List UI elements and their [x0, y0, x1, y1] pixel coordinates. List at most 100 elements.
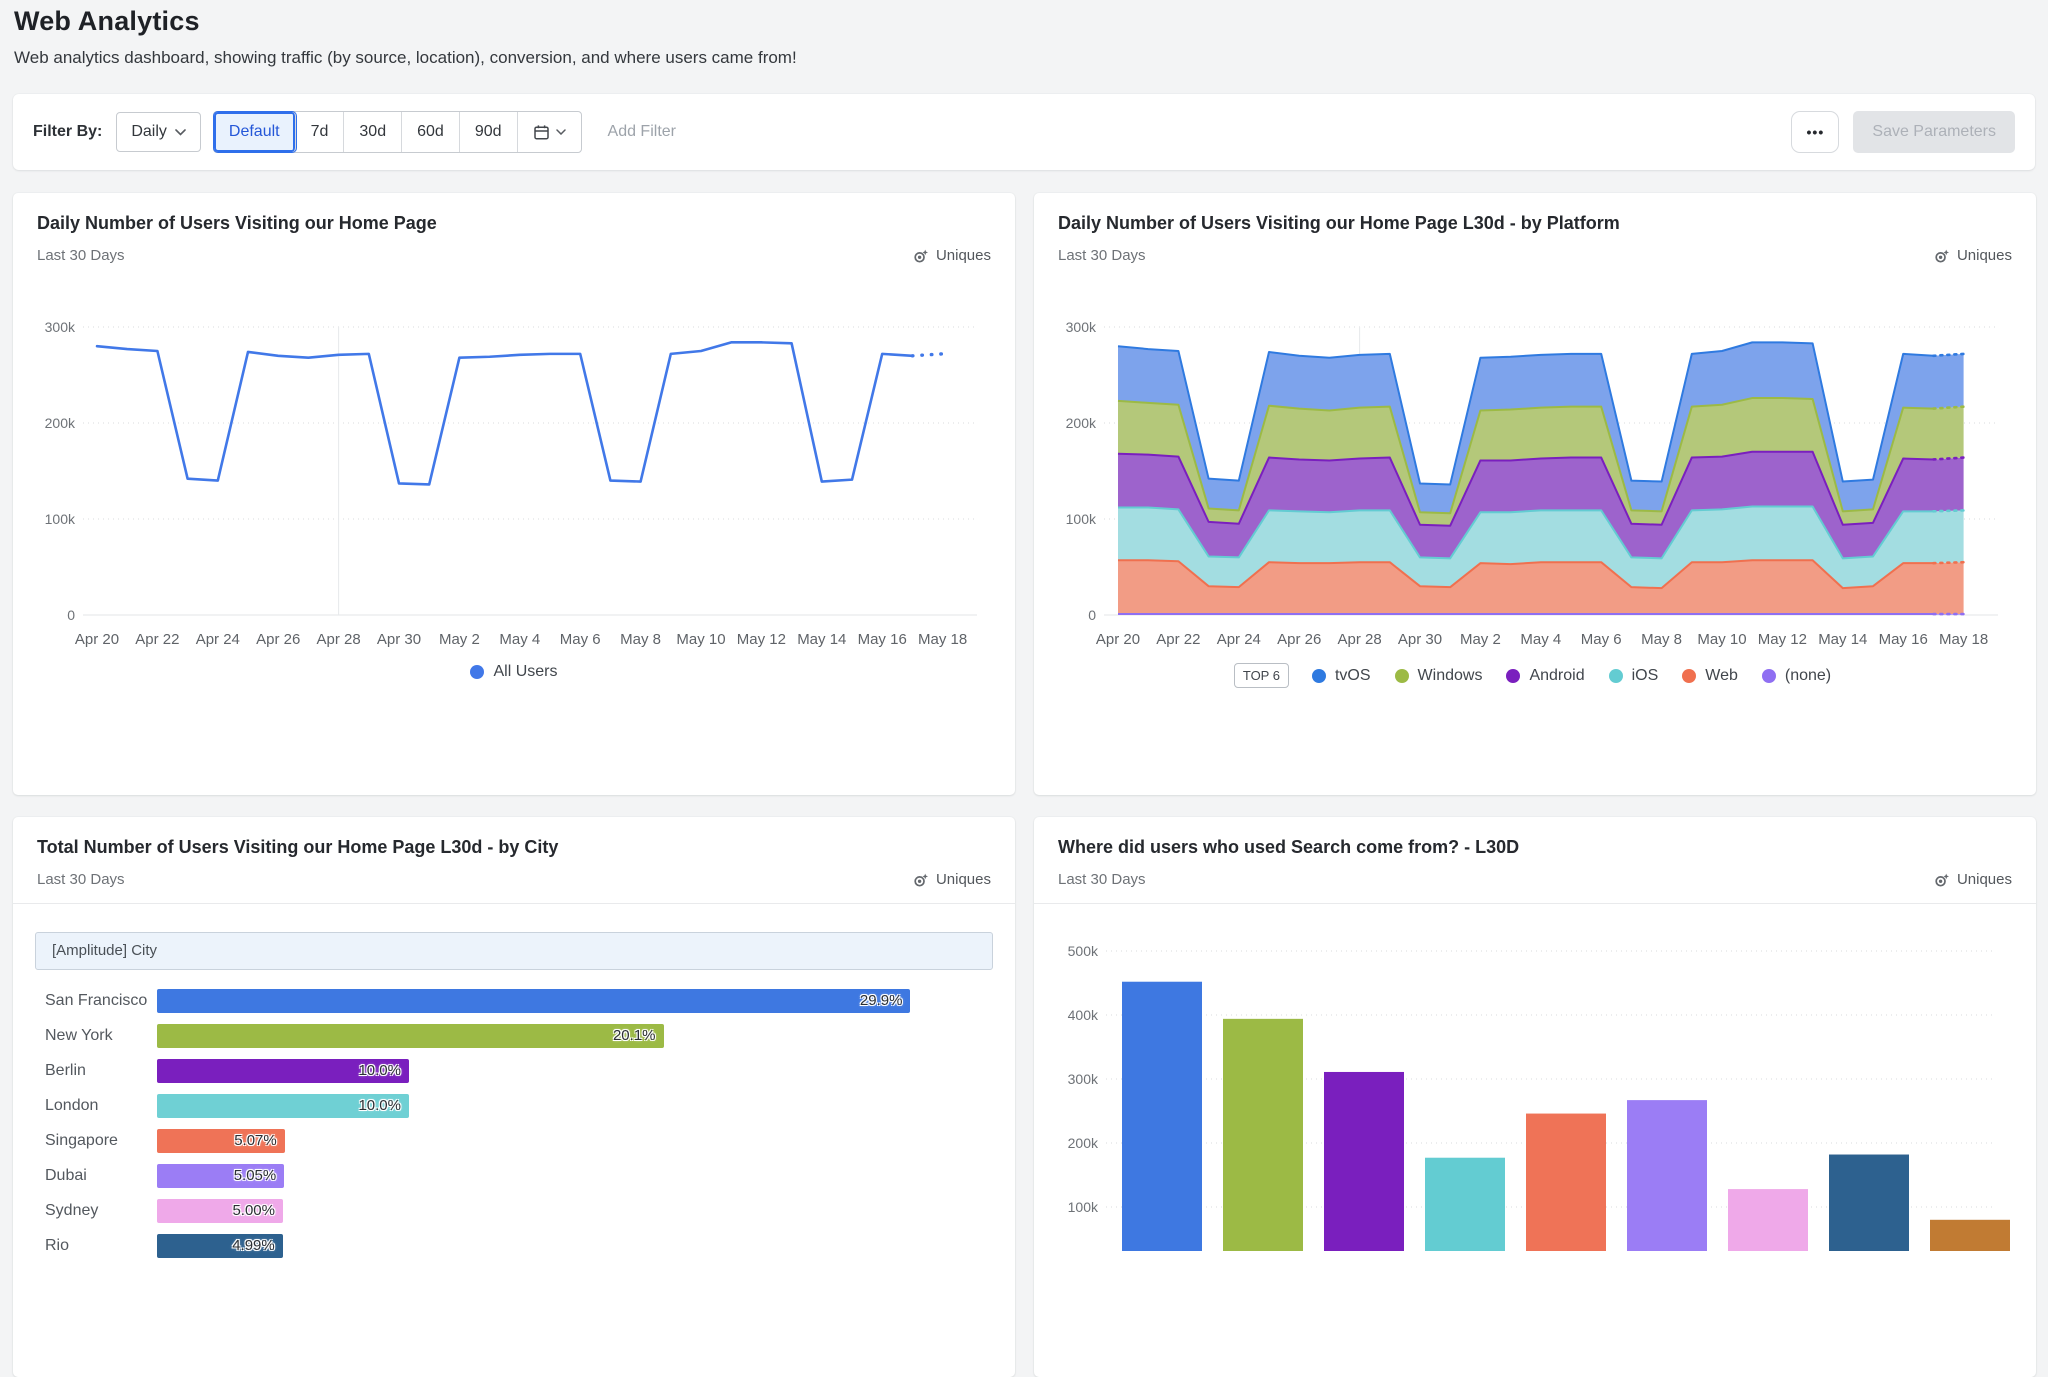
- add-filter-button[interactable]: Add Filter: [608, 123, 676, 141]
- city-bar[interactable]: 5.00%: [157, 1199, 283, 1223]
- x-tick-label: Apr 28: [316, 631, 360, 648]
- x-tick-label: May 16: [1879, 631, 1928, 648]
- bar-3[interactable]: [1324, 1072, 1404, 1251]
- card4-range-label: Last 30 Days: [1058, 871, 1146, 888]
- legend-label: Windows: [1418, 667, 1483, 685]
- y-tick-label: 200k: [1066, 415, 1097, 431]
- stacked-area-svg: 0100k200k300kApr 20Apr 22Apr 24Apr 26Apr…: [1056, 309, 2016, 661]
- city-bar[interactable]: 4.99%: [157, 1234, 283, 1258]
- legend-label: All Users: [493, 663, 557, 681]
- city-label: Dubai: [45, 1167, 157, 1185]
- legend-dot: [1762, 669, 1776, 683]
- bar-9[interactable]: [1930, 1220, 2010, 1251]
- segment-30d[interactable]: 30d: [344, 112, 402, 152]
- segment-custom-date-picker[interactable]: [518, 112, 581, 152]
- city-bar[interactable]: 10.0%: [157, 1094, 409, 1118]
- card1-title[interactable]: Daily Number of Users Visiting our Home …: [37, 212, 991, 234]
- interval-dropdown[interactable]: Daily: [116, 112, 201, 152]
- city-bar[interactable]: 20.1%: [157, 1024, 664, 1048]
- page-title: Web Analytics: [14, 6, 797, 37]
- series-line-all-users[interactable]: [97, 342, 912, 484]
- card1-header: Daily Number of Users Visiting our Home …: [13, 193, 1015, 264]
- legend-dot: [1609, 669, 1623, 683]
- date-range-segments: Default7d30d60d90d: [213, 111, 582, 153]
- more-options-button[interactable]: •••: [1791, 111, 1839, 153]
- line-chart-daily-users[interactable]: 0100k200k300kApr 20Apr 22Apr 24Apr 26Apr…: [35, 309, 995, 666]
- segment-60d[interactable]: 60d: [402, 112, 460, 152]
- legend-dot: [470, 665, 484, 679]
- card4-title[interactable]: Where did users who used Search come fro…: [1058, 836, 2012, 858]
- card2-metric: Uniques: [1934, 247, 2012, 264]
- city-row-singapore: Singapore5.07%: [13, 1123, 1015, 1158]
- legend-top6-badge[interactable]: TOP 6: [1234, 663, 1289, 688]
- city-bar[interactable]: 29.9%: [157, 989, 910, 1013]
- city-bar-value: 5.07%: [234, 1129, 277, 1153]
- legend-item-android[interactable]: Android: [1501, 667, 1589, 685]
- bar-6[interactable]: [1627, 1100, 1707, 1251]
- city-bar[interactable]: 10.0%: [157, 1059, 409, 1083]
- save-parameters-button[interactable]: Save Parameters: [1853, 111, 2015, 153]
- card1-range-label: Last 30 Days: [37, 247, 125, 264]
- uniques-icon: [913, 248, 929, 264]
- filter-by-label: Filter By:: [33, 123, 102, 141]
- y-tick-label: 200k: [1068, 1135, 1099, 1151]
- city-bar[interactable]: 5.05%: [157, 1164, 284, 1188]
- bar-5[interactable]: [1526, 1114, 1606, 1251]
- x-tick-label: Apr 24: [196, 631, 240, 648]
- city-bar[interactable]: 5.07%: [157, 1129, 285, 1153]
- x-tick-label: May 10: [1697, 631, 1746, 648]
- vertical-bar-chart-search-sources[interactable]: 100k200k300k400k500k: [1056, 933, 2012, 1256]
- x-tick-label: Apr 22: [135, 631, 179, 648]
- legend-item-none[interactable]: (none): [1757, 667, 1836, 685]
- city-row-sydney: Sydney5.00%: [13, 1193, 1015, 1228]
- y-tick-label: 500k: [1068, 943, 1099, 959]
- segment-default[interactable]: Default: [214, 112, 296, 152]
- segment-7d[interactable]: 7d: [296, 112, 345, 152]
- x-tick-label: Apr 20: [75, 631, 119, 648]
- city-bar-chart: San Francisco29.9%New York20.1%Berlin10.…: [13, 983, 1015, 1263]
- bar-7[interactable]: [1728, 1189, 1808, 1251]
- y-tick-label: 300k: [1066, 319, 1097, 335]
- legend-dot: [1682, 669, 1696, 683]
- y-tick-label: 300k: [45, 319, 76, 335]
- x-tick-label: Apr 30: [1398, 631, 1442, 648]
- legend-item-tvos[interactable]: tvOS: [1307, 667, 1376, 685]
- card1-metric-label: Uniques: [936, 247, 991, 264]
- card3-title[interactable]: Total Number of Users Visiting our Home …: [37, 836, 991, 858]
- legend-label: (none): [1785, 667, 1831, 685]
- x-tick-label: May 14: [1818, 631, 1867, 648]
- card-search-sources: Where did users who used Search come fro…: [1034, 817, 2036, 1377]
- legend-item-windows[interactable]: Windows: [1390, 667, 1488, 685]
- legend-dot: [1312, 669, 1326, 683]
- card4-divider: [1034, 903, 2036, 904]
- card4-header: Where did users who used Search come fro…: [1034, 817, 2036, 888]
- card2-legend: TOP 6 tvOS Windows Android iOS Web (none): [1034, 663, 2036, 688]
- city-row-san-francisco: San Francisco29.9%: [13, 983, 1015, 1018]
- bar-8[interactable]: [1829, 1155, 1909, 1251]
- city-row-rio: Rio4.99%: [13, 1228, 1015, 1263]
- legend-item-web[interactable]: Web: [1677, 667, 1743, 685]
- legend-item-ios[interactable]: iOS: [1604, 667, 1664, 685]
- x-tick-label: May 6: [1581, 631, 1622, 648]
- x-tick-label: Apr 30: [377, 631, 421, 648]
- uniques-icon: [913, 872, 929, 888]
- segment-90d[interactable]: 90d: [460, 112, 518, 152]
- bar-2[interactable]: [1223, 1019, 1303, 1251]
- x-tick-label: May 8: [1641, 631, 1682, 648]
- vertical-bar-svg: 100k200k300k400k500k: [1056, 933, 2012, 1251]
- y-tick-label: 400k: [1068, 1007, 1099, 1023]
- bar-1[interactable]: [1122, 982, 1202, 1251]
- card2-title[interactable]: Daily Number of Users Visiting our Home …: [1058, 212, 2012, 234]
- stacked-area-chart-by-platform[interactable]: 0100k200k300kApr 20Apr 22Apr 24Apr 26Apr…: [1056, 309, 2016, 666]
- y-tick-label: 100k: [45, 511, 76, 527]
- legend-item-all-users[interactable]: All Users: [465, 663, 562, 681]
- city-row-london: London10.0%: [13, 1088, 1015, 1123]
- card2-range-label: Last 30 Days: [1058, 247, 1146, 264]
- x-tick-label: May 2: [439, 631, 480, 648]
- x-tick-label: Apr 22: [1156, 631, 1200, 648]
- city-column-header[interactable]: [Amplitude] City: [35, 932, 993, 970]
- bar-4[interactable]: [1425, 1158, 1505, 1251]
- city-bar-value: 5.05%: [234, 1164, 277, 1188]
- x-tick-label: May 8: [620, 631, 661, 648]
- x-tick-label: May 18: [1939, 631, 1988, 648]
